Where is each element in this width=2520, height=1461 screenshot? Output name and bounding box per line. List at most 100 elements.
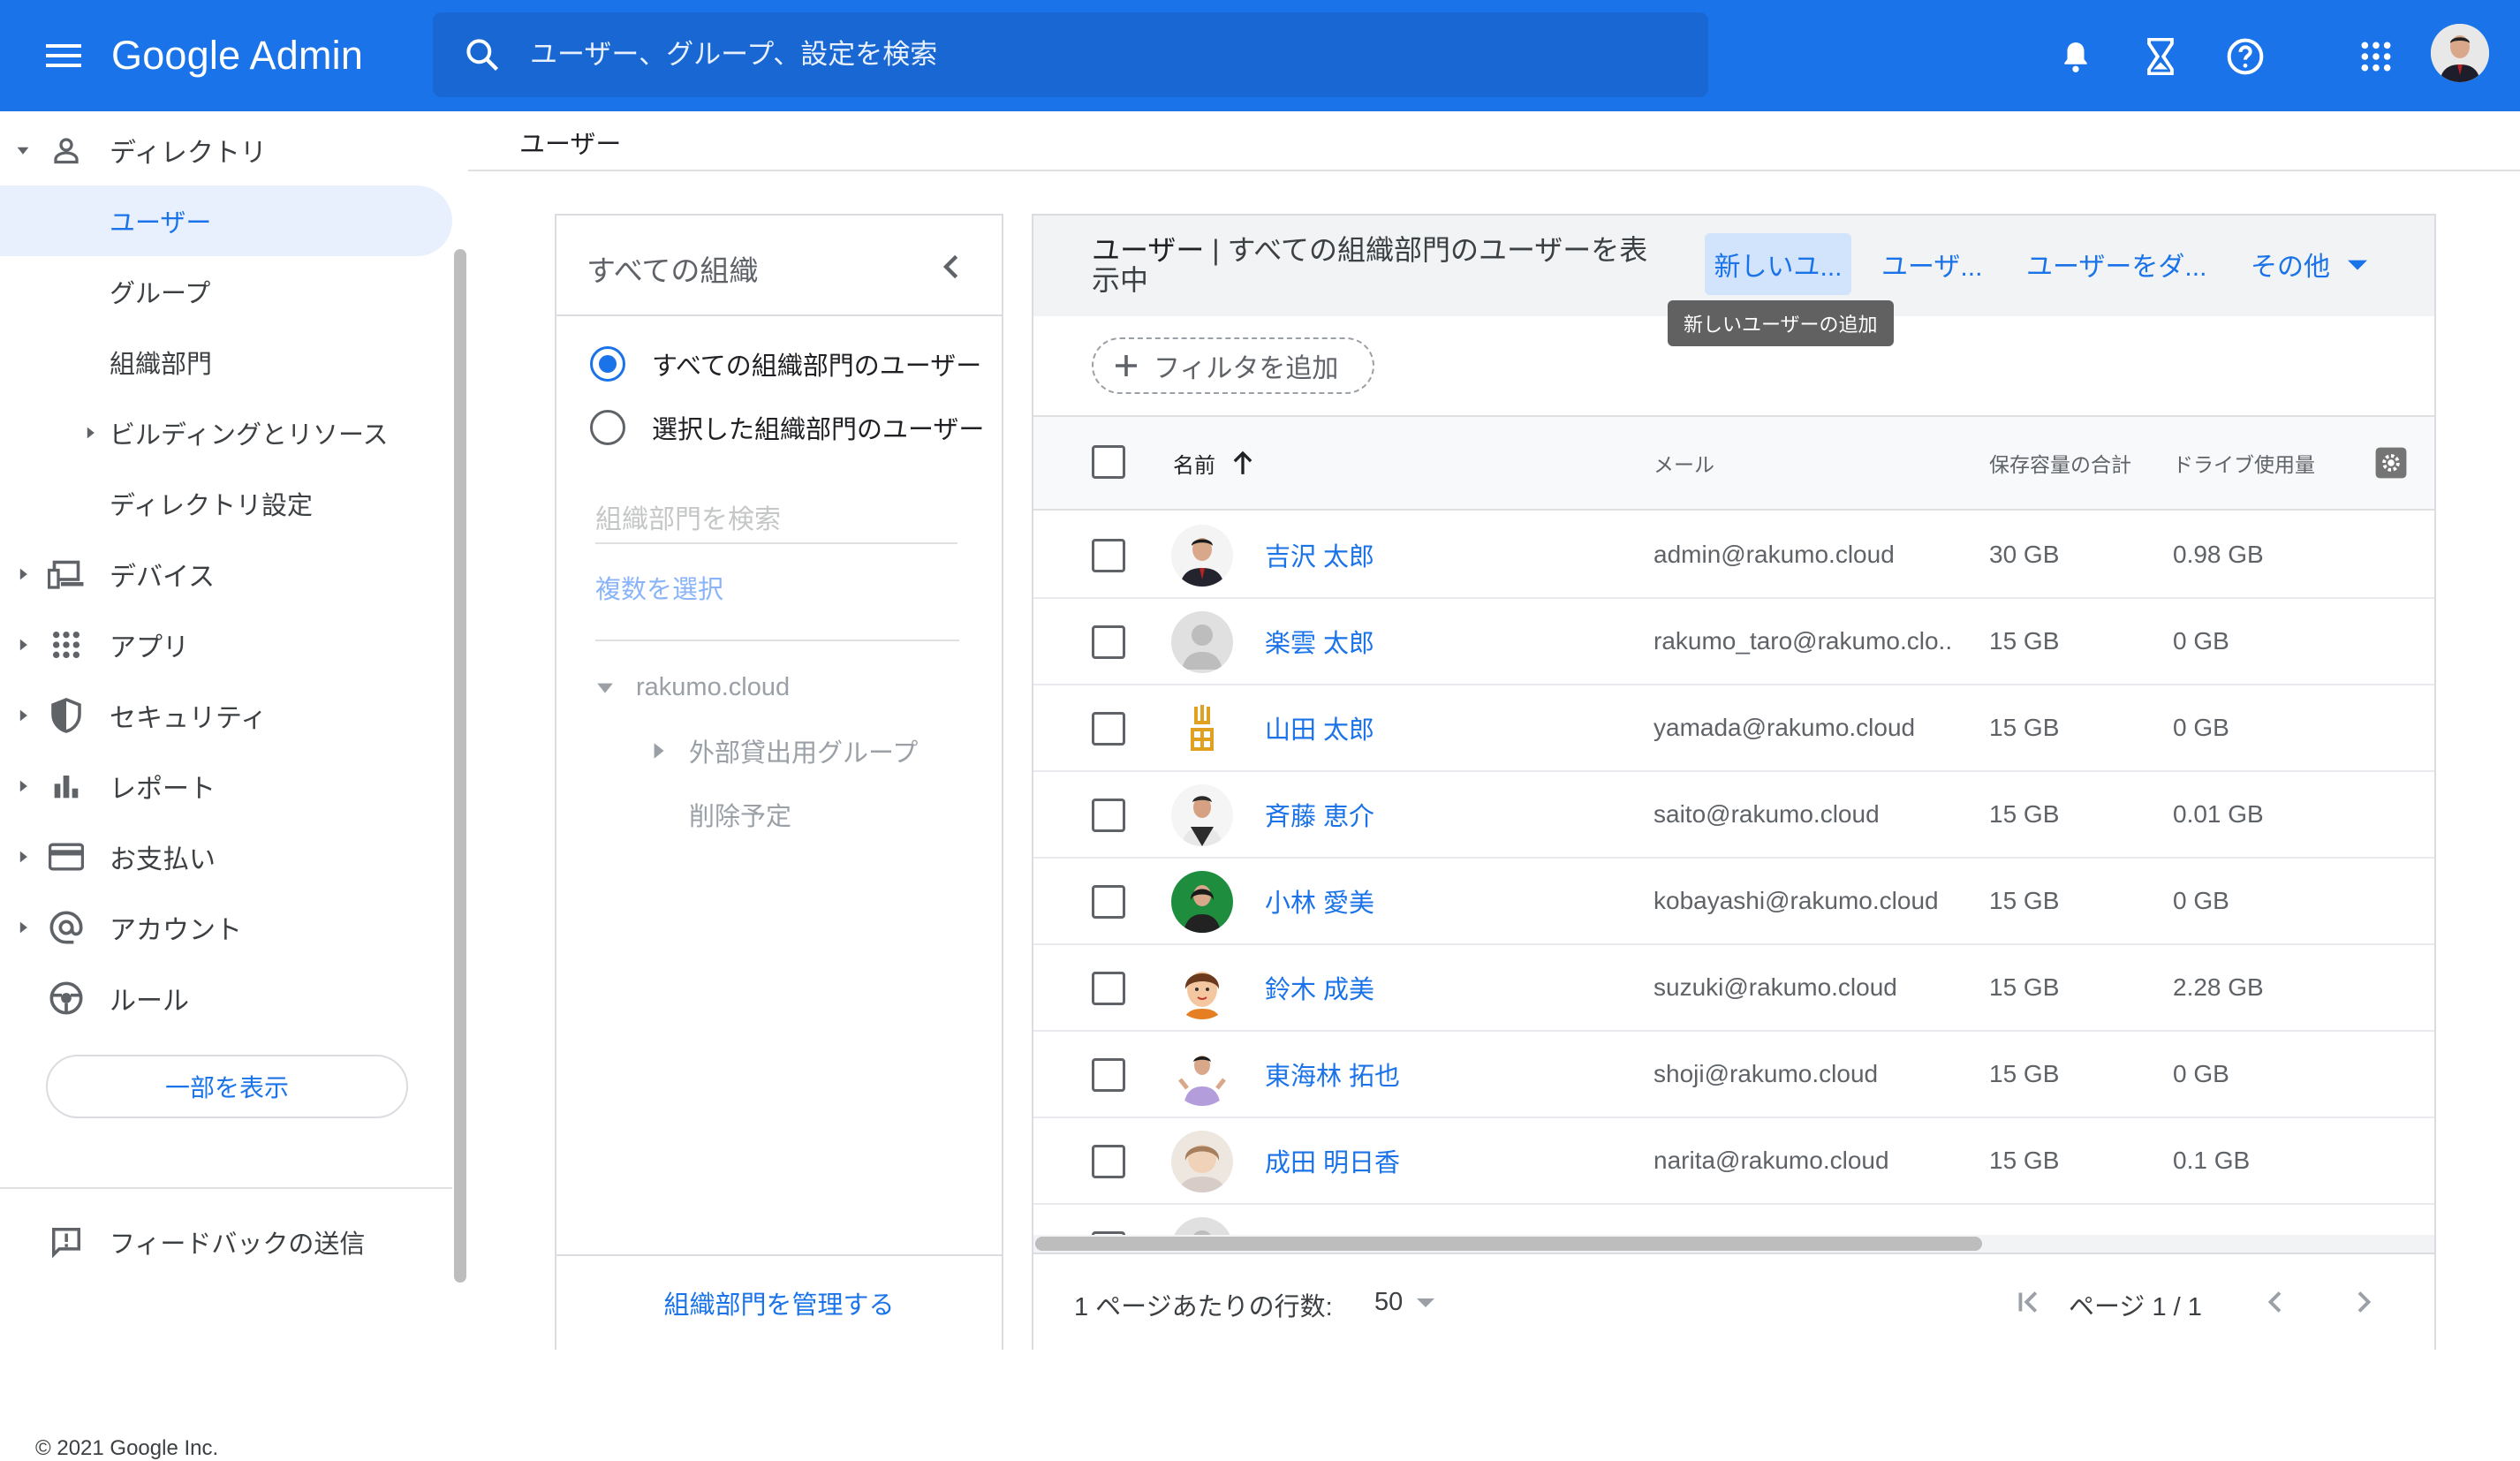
apps-grid-icon[interactable] [2353, 34, 2399, 79]
sidebar-item-org-units[interactable]: 組織部門 [0, 327, 452, 397]
user-name-link[interactable]: 鈴木 成美 [1265, 945, 1374, 1030]
add-filter-button[interactable]: フィルタを追加 [1092, 337, 1374, 394]
table-row[interactable]: 山田 太郎 yamada@rakumo.cloud 15 GB 0 GB [1033, 685, 2434, 772]
column-header-drive[interactable]: ドライブ使用量 [2173, 417, 2315, 509]
sidebar-item-billing[interactable]: お支払い [0, 821, 452, 892]
rows-per-page-select[interactable]: 50 [1374, 1281, 1436, 1323]
user-name-link[interactable]: 斉藤 恵介 [1265, 772, 1374, 857]
table-row[interactable]: 楽雲 太郎 rakumo_taro@rakumo.clo... 15 GB 0 GB [1033, 599, 2434, 685]
table-row[interactable]: 小林 愛美 kobayashi@rakumo.cloud 15 GB 0 GB [1033, 859, 2434, 945]
search-input[interactable] [528, 38, 1676, 72]
row-checkbox[interactable] [1092, 799, 1125, 832]
sidebar-item-security[interactable]: セキュリティ [0, 680, 452, 751]
user-name-link[interactable]: 楽雲 太郎 [1265, 599, 1374, 684]
table-row[interactable]: 東海林 拓也 shoji@rakumo.cloud 15 GB 0 GB [1033, 1032, 2434, 1118]
user-name-link[interactable]: 山田 太郎 [1265, 685, 1374, 770]
sidebar-item-label: ルール [110, 987, 189, 1016]
sidebar-item-rules[interactable]: ルール [0, 963, 452, 1033]
caret-right-icon [19, 568, 27, 580]
tree-item-to-delete[interactable]: 削除予定 [689, 788, 791, 841]
caret-down-icon [2348, 260, 2367, 270]
user-drive-usage: 0.01 GB [2173, 800, 2264, 828]
horizontal-scrollbar[interactable] [1033, 1235, 2434, 1253]
radio-button-unchecked[interactable] [590, 410, 625, 445]
column-settings-icon[interactable] [2374, 417, 2408, 509]
caret-right-icon [19, 851, 27, 863]
user-avatar [1171, 871, 1233, 933]
account-avatar[interactable] [2431, 24, 2489, 82]
sidebar-item-devices[interactable]: デバイス [0, 539, 452, 609]
user-email: saito@rakumo.cloud [1654, 800, 1880, 828]
sidebar-item-label: お支払い [110, 845, 216, 874]
show-less-button[interactable]: 一部を表示 [46, 1055, 408, 1118]
download-users-button[interactable]: ユーザーをダ... [2026, 233, 2206, 295]
sidebar-item-reports[interactable]: レポート [0, 751, 452, 821]
sidebar-item-buildings[interactable]: ビルディングとリソース [0, 397, 452, 468]
org-unit-search-input[interactable] [595, 498, 957, 544]
tree-item-external-group[interactable]: 外部貸出用グループ [648, 724, 918, 777]
user-name-link[interactable]: 小林 愛美 [1265, 859, 1374, 943]
previous-page-icon[interactable] [2254, 1283, 2293, 1321]
first-page-icon[interactable] [2009, 1283, 2047, 1321]
column-header-name[interactable]: 名前 [1173, 417, 1252, 509]
plus-icon [1116, 355, 1137, 376]
user-email: suzuki@rakumo.cloud [1654, 973, 1897, 1001]
more-options-button[interactable]: その他 [2251, 233, 2367, 295]
user-name-link[interactable]: 成田 明日香 [1265, 1118, 1400, 1203]
user-drive-usage: 0.1 GB [2173, 1147, 2251, 1174]
user-storage: 15 GB [1989, 800, 2060, 828]
user-storage: 15 GB [1989, 1060, 2060, 1087]
row-checkbox[interactable] [1092, 539, 1125, 572]
radio-button-checked[interactable] [590, 346, 625, 382]
sidebar-item-groups[interactable]: グループ [0, 256, 452, 327]
at-sign-icon [46, 907, 87, 948]
row-checkbox[interactable] [1092, 712, 1125, 746]
next-page-icon[interactable] [2346, 1283, 2385, 1321]
sidebar-item-directory[interactable]: ディレクトリ [0, 115, 452, 185]
table-row[interactable]: 斉藤 恵介 saito@rakumo.cloud 15 GB 0.01 GB [1033, 772, 2434, 859]
chevron-left-icon[interactable] [931, 247, 970, 286]
send-feedback-link[interactable]: フィードバックの送信 [0, 1207, 452, 1277]
multi-select-link[interactable]: 複数を選択 [595, 569, 723, 606]
row-checkbox[interactable] [1092, 1145, 1125, 1178]
manage-org-units-link[interactable]: 組織部門を管理する [556, 1284, 1002, 1321]
bell-icon[interactable] [2053, 34, 2099, 79]
radio-all-org-units[interactable]: すべての組織部門のユーザー [590, 337, 981, 390]
table-row[interactable]: 吉沢 太郎 admin@rakumo.cloud 30 GB 0.98 GB [1033, 512, 2434, 599]
user-name-link[interactable]: 東海林 拓也 [1265, 1032, 1400, 1117]
user-avatar [1171, 1131, 1233, 1192]
devices-icon [46, 554, 87, 594]
table-row[interactable]: 鈴木 成美 suzuki@rakumo.cloud 15 GB 2.28 GB [1033, 945, 2434, 1032]
sidebar-item-users[interactable]: ユーザー [0, 185, 452, 256]
person-icon [46, 130, 87, 170]
help-icon[interactable] [2222, 34, 2268, 79]
row-checkbox[interactable] [1092, 885, 1125, 919]
column-header-email[interactable]: メール [1654, 417, 1714, 509]
user-name-link[interactable]: 吉沢 太郎 [1265, 512, 1374, 597]
hourglass-icon[interactable] [2138, 34, 2183, 79]
caret-right-icon [87, 427, 95, 439]
sidebar-item-apps[interactable]: アプリ [0, 609, 452, 680]
column-header-storage[interactable]: 保存容量の合計 [1989, 417, 2131, 509]
row-checkbox[interactable] [1092, 972, 1125, 1005]
sidebar-item-label: セキュリティ [110, 704, 268, 733]
google-admin-logo[interactable]: Google Admin [111, 26, 363, 85]
scrollbar-thumb[interactable] [1035, 1237, 1982, 1251]
table-row[interactable]: 成田 明日香 narita@rakumo.cloud 15 GB 0.1 GB [1033, 1118, 2434, 1205]
row-checkbox[interactable] [1092, 625, 1125, 659]
user-drive-usage: 2.28 GB [2173, 973, 2264, 1001]
sidebar-item-account[interactable]: アカウント [0, 892, 452, 963]
breadcrumb[interactable]: ユーザー [519, 124, 621, 161]
select-all-checkbox[interactable] [1092, 445, 1125, 479]
upload-users-button[interactable]: ユーザ... [1881, 233, 1982, 295]
feedback-icon [46, 1222, 87, 1262]
search-bar[interactable] [433, 12, 1708, 97]
menu-icon[interactable] [39, 34, 88, 78]
sidebar-item-label: ディレクトリ [110, 139, 267, 168]
add-new-user-button[interactable]: 新しいユ... [1705, 233, 1851, 295]
tree-item-root[interactable]: rakumo.cloud [595, 661, 790, 714]
row-checkbox[interactable] [1092, 1058, 1125, 1092]
sidebar-item-directory-settings[interactable]: ディレクトリ設定 [0, 468, 452, 539]
radio-selected-org-units[interactable]: 選択した組織部門のユーザー [590, 401, 984, 454]
sidebar-scrollbar[interactable] [454, 249, 466, 1283]
